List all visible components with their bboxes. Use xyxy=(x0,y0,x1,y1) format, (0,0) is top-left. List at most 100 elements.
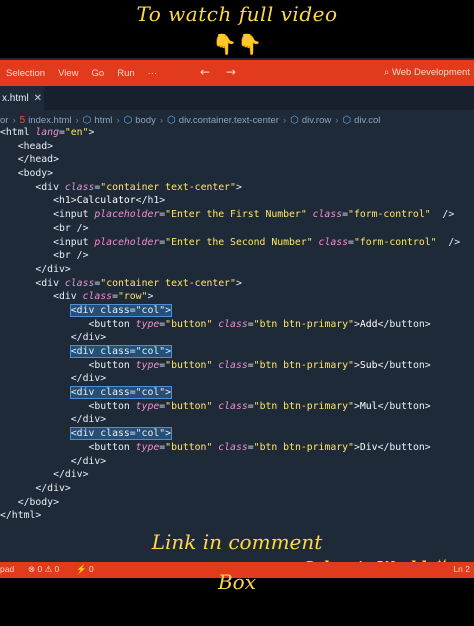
code-area[interactable]: <html lang="en"> <head> </head> <body> <… xyxy=(0,126,474,523)
code-line[interactable]: <div class="container text-center"> xyxy=(0,181,474,195)
breadcrumb-item[interactable]: div.col xyxy=(354,115,380,126)
code-token: class xyxy=(64,277,95,289)
menu-run[interactable]: Run xyxy=(117,68,134,79)
tab-index-html[interactable]: x.html ✕ xyxy=(0,86,44,110)
code-token: class xyxy=(218,400,248,412)
code-token: lang xyxy=(35,127,59,138)
code-line[interactable]: <head> xyxy=(0,140,474,154)
code-token: "btn btn-primary" xyxy=(253,400,354,412)
code-line[interactable]: </div> xyxy=(0,455,474,469)
code-line[interactable]: </head> xyxy=(0,153,474,167)
top-caption-overlay: To watch full video 👇👇 xyxy=(0,0,474,58)
code-line[interactable]: </html> xyxy=(0,509,474,523)
code-token: <button xyxy=(0,441,136,453)
history-nav: ← → xyxy=(200,65,248,79)
code-token: Add xyxy=(359,318,378,330)
code-line[interactable]: <div class="col"> xyxy=(0,427,474,441)
html5-icon: 5 xyxy=(19,114,26,126)
code-token: class xyxy=(318,236,349,248)
code-line[interactable]: </div> xyxy=(0,372,474,386)
code-token: class xyxy=(218,318,248,330)
code-line[interactable]: <input placeholder="Enter the Second Num… xyxy=(0,236,474,250)
breadcrumb-item[interactable]: div.row xyxy=(302,115,331,126)
code-line[interactable]: <body> xyxy=(0,167,474,181)
breadcrumb-item[interactable]: index.html xyxy=(28,115,71,126)
code-token: placeholder xyxy=(94,236,160,248)
cube-icon: ⬡ xyxy=(342,114,352,126)
code-token: </html> xyxy=(0,510,42,522)
code-line[interactable]: </body> xyxy=(0,496,474,510)
code-token: Mul xyxy=(359,400,378,412)
code-line[interactable]: <br /> xyxy=(0,249,474,263)
code-token: </head> xyxy=(0,154,59,166)
code-token: <div xyxy=(0,181,65,193)
menu-more[interactable]: ··· xyxy=(148,68,158,79)
code-token: > xyxy=(235,277,242,289)
code-line[interactable]: <br /> xyxy=(0,222,474,236)
code-token: class xyxy=(64,181,95,193)
code-line[interactable]: <div class="row"> xyxy=(0,290,474,304)
code-token: Sub xyxy=(359,359,378,371)
cube-icon: ⬡ xyxy=(82,114,92,126)
menu-view[interactable]: View xyxy=(58,68,78,79)
code-token: "container text-center" xyxy=(100,277,236,289)
code-token: <input xyxy=(0,236,95,248)
code-line[interactable]: <input placeholder="Enter the First Numb… xyxy=(0,208,474,222)
code-token: <div xyxy=(0,277,65,289)
back-arrow-icon[interactable]: ← xyxy=(200,65,210,79)
code-line[interactable]: </div> xyxy=(0,413,474,427)
code-token: "form-control" xyxy=(353,236,437,248)
code-line[interactable]: </div> xyxy=(0,331,474,345)
code-token: Div xyxy=(359,441,378,453)
code-token: </button> xyxy=(377,318,431,330)
code-token: "row" xyxy=(117,291,148,303)
code-token: <br /> xyxy=(0,250,89,262)
code-line[interactable]: </div> xyxy=(0,482,474,496)
code-token: Calculator xyxy=(76,195,136,207)
code-token: "btn btn-primary" xyxy=(253,441,354,453)
code-token: <div class="col"> xyxy=(69,345,173,358)
chevron-right-icon: › xyxy=(12,114,16,126)
code-token: class xyxy=(218,441,248,453)
code-line[interactable]: </div> xyxy=(0,468,474,482)
forward-arrow-icon[interactable]: → xyxy=(226,65,236,79)
code-line[interactable]: <button type="button" class="btn btn-pri… xyxy=(0,400,474,414)
code-line[interactable]: <h1>Calculator</h1> xyxy=(0,194,474,208)
code-line[interactable]: <div class="container text-center"> xyxy=(0,277,474,291)
close-icon[interactable]: ✕ xyxy=(34,93,42,104)
breadcrumb-item[interactable]: body xyxy=(135,115,156,126)
code-token: <br /> xyxy=(0,222,89,234)
breadcrumb-item[interactable]: or xyxy=(0,115,8,126)
editor-tab-row: x.html ✕ xyxy=(0,86,474,110)
code-token: "Enter the First Number" xyxy=(165,209,307,221)
code-token: type xyxy=(135,318,160,330)
code-token: /> xyxy=(436,236,461,248)
code-token: > xyxy=(88,127,95,138)
menu-go[interactable]: Go xyxy=(92,68,105,79)
breadcrumb-item[interactable]: div.container.text-center xyxy=(179,115,279,126)
code-line[interactable]: <div class="col"> xyxy=(0,345,474,359)
code-line[interactable]: <button type="button" class="btn btn-pri… xyxy=(0,318,474,332)
code-token: </div> xyxy=(0,414,107,426)
bottom-caption-1: Link in comment xyxy=(151,530,323,554)
code-line[interactable]: </div> xyxy=(0,263,474,277)
code-token: > xyxy=(147,291,154,303)
code-line[interactable]: <button type="button" class="btn btn-pri… xyxy=(0,441,474,455)
code-token: </div> xyxy=(0,469,89,481)
code-token: placeholder xyxy=(94,209,160,221)
menu-selection[interactable]: Selection xyxy=(6,68,45,79)
chevron-right-icon: › xyxy=(335,114,339,126)
code-token: "btn btn-primary" xyxy=(253,318,354,330)
cube-icon: ⬡ xyxy=(167,114,176,126)
code-line[interactable]: <html lang="en"> xyxy=(0,126,474,140)
code-editor-window: Selection View Go Run ··· ← → ⌕ Web Deve… xyxy=(0,58,474,578)
code-line[interactable]: <div class="col"> xyxy=(0,303,474,318)
code-line[interactable]: <div class="col"> xyxy=(0,386,474,400)
pointing-down-hands: 👇👇 xyxy=(212,32,262,56)
breadcrumb-item[interactable]: html xyxy=(94,115,112,126)
code-line[interactable]: <button type="button" class="btn btn-pri… xyxy=(0,359,474,373)
code-token: <body> xyxy=(0,168,54,180)
command-center-search[interactable]: ⌕ Web Development xyxy=(384,67,470,78)
